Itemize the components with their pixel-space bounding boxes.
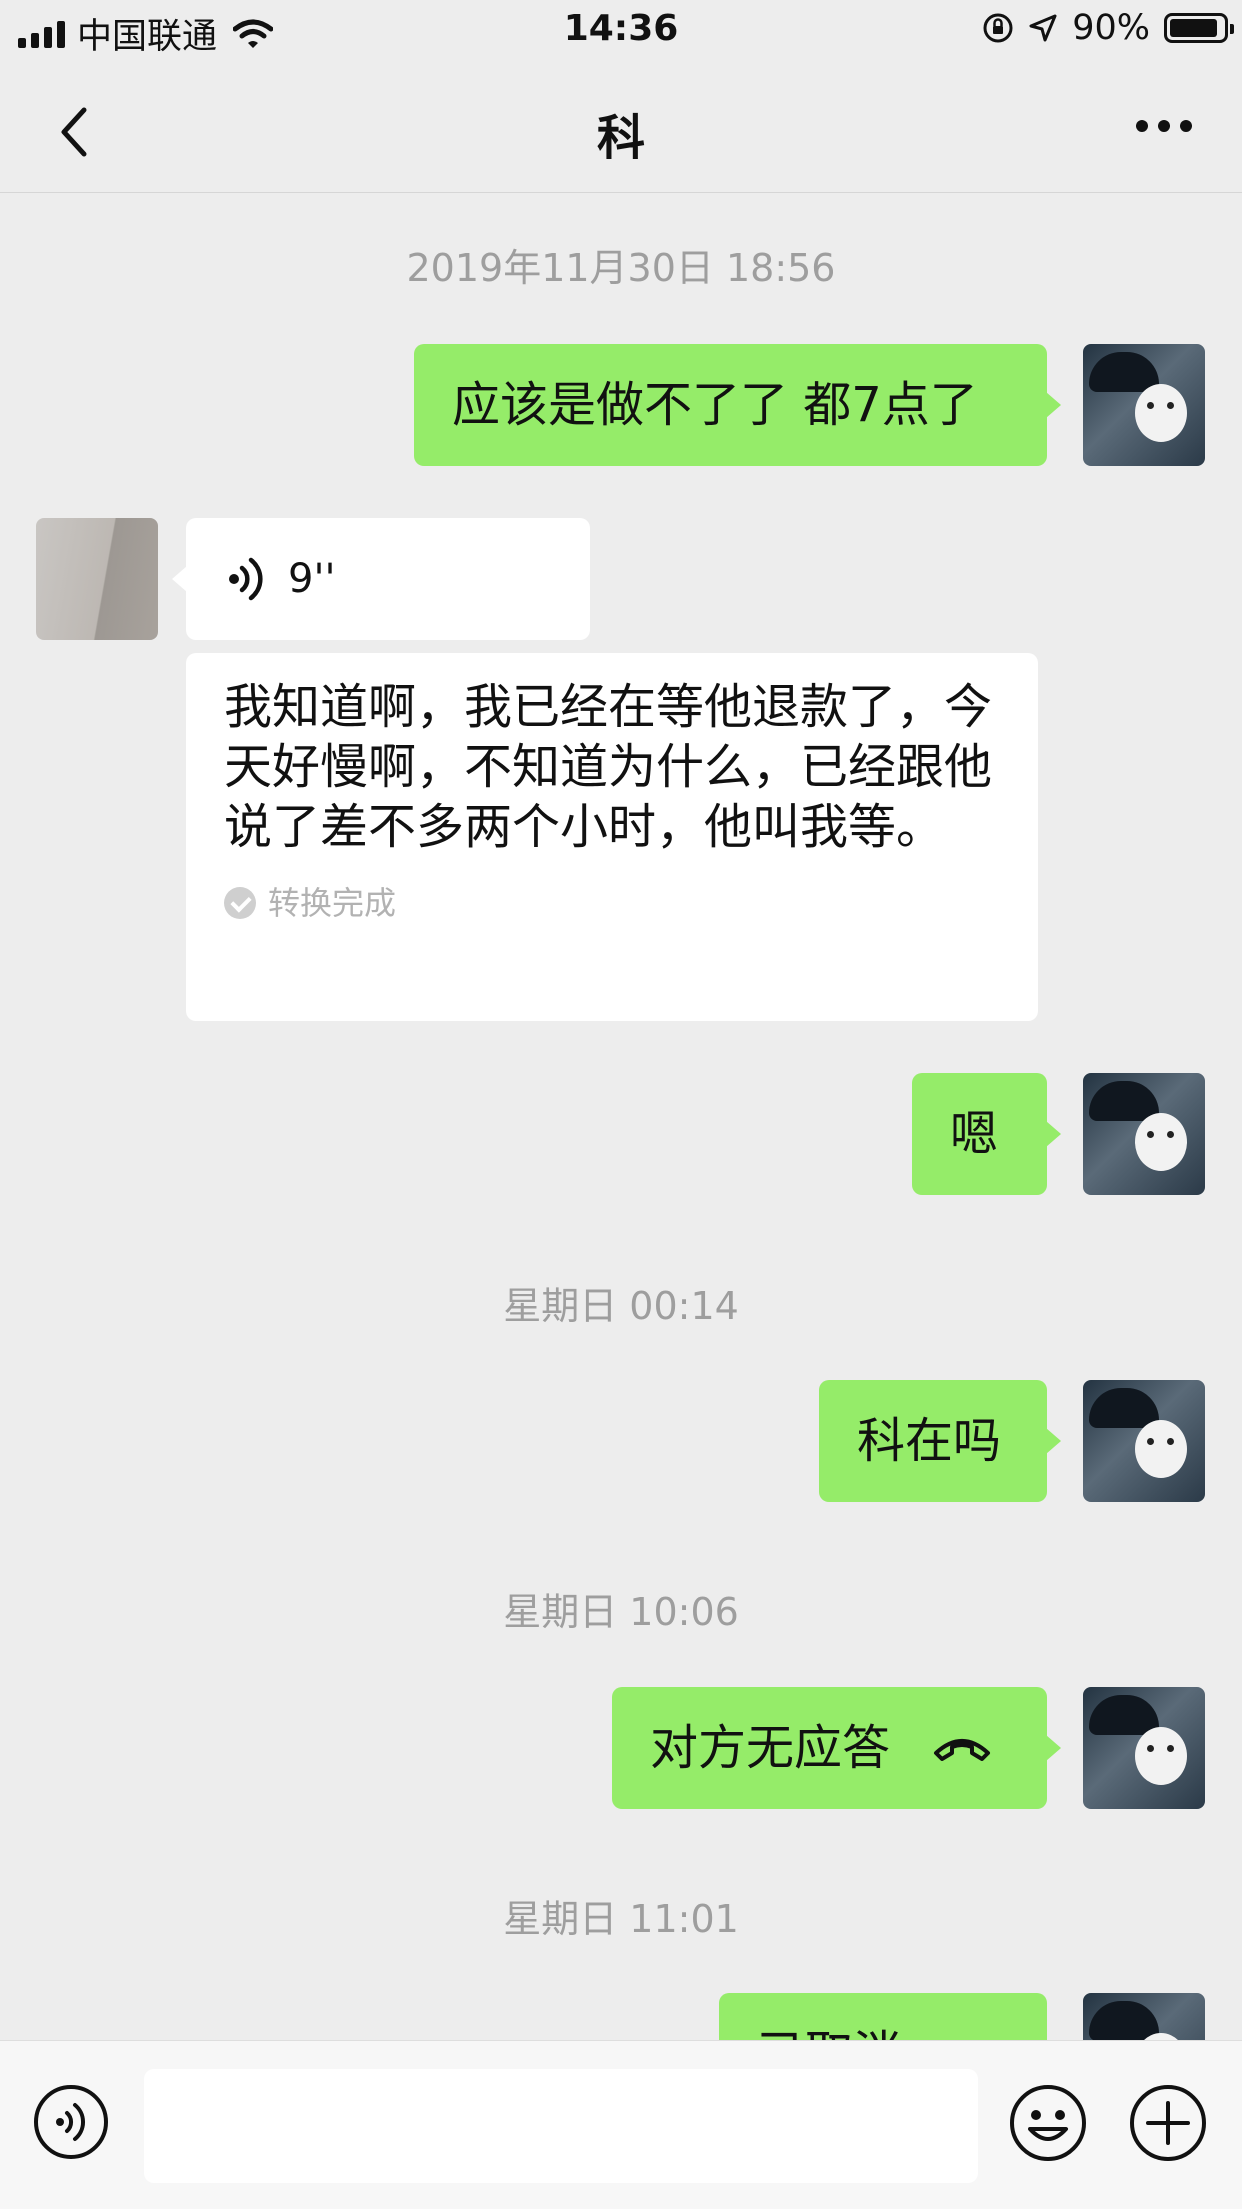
my-message-bubble[interactable]: 嗯 (912, 1073, 1061, 1195)
voice-transcript-bubble[interactable]: 我知道啊，我已经在等他退款了，今天好慢啊，不知道为什么，已经跟他说了差不多两个小… (186, 653, 1038, 1021)
emoji-icon[interactable] (1008, 2083, 1088, 2163)
voice-message-bubble[interactable]: 9'' (172, 518, 590, 640)
input-bar (0, 2040, 1242, 2209)
transcript-status-label: 转换完成 (268, 884, 397, 922)
voice-wave-icon (229, 557, 263, 601)
message-list[interactable]: 2019年11月30日 18:56 应该是做不了了 都7点了 9'' 我知道啊，… (0, 193, 1242, 2040)
call-status-text: 对方无应答 (650, 1720, 891, 1776)
my-avatar[interactable] (1083, 344, 1205, 466)
chat-header: 科 (0, 62, 1242, 193)
more-options-icon[interactable] (1136, 120, 1192, 132)
my-avatar[interactable] (1083, 1380, 1205, 1502)
my-avatar[interactable] (1083, 1073, 1205, 1195)
orientation-lock-icon (983, 13, 1013, 43)
voice-input-icon[interactable] (32, 2083, 110, 2161)
my-message-bubble[interactable]: 应该是做不了了 都7点了 (414, 344, 1061, 466)
message-text: 应该是做不了了 都7点了 (452, 377, 978, 433)
my-avatar[interactable] (1083, 1687, 1205, 1809)
my-message-bubble[interactable]: 已取消 (719, 1993, 1047, 2040)
message-text: 已取消 (757, 2024, 1009, 2040)
chat-title: 科 (596, 110, 645, 166)
battery-icon (1164, 13, 1234, 43)
my-message-bubble[interactable]: 科在吗 (819, 1380, 1061, 1502)
message-text: 科在吗 (857, 1413, 1002, 1469)
call-record-bubble[interactable]: 对方无应答 (612, 1687, 1061, 1809)
check-circle-icon (224, 887, 256, 919)
timestamp: 星期日 00:14 (503, 1284, 739, 1328)
status-right: 90% (982, 8, 1234, 48)
timestamp: 2019年11月30日 18:56 (406, 246, 836, 290)
hang-up-phone-icon (934, 1739, 991, 1761)
contact-avatar[interactable] (36, 518, 158, 640)
plus-circle-icon[interactable] (1128, 2083, 1208, 2163)
status-bar: 中国联通 14:36 90% (0, 0, 1242, 62)
message-input[interactable] (144, 2069, 978, 2183)
timestamp: 星期日 10:06 (503, 1590, 739, 1634)
transcript-status: 转换完成 (224, 883, 1000, 923)
voice-duration: 9'' (288, 556, 336, 602)
transcript-text: 我知道啊，我已经在等他退款了，今天好慢啊，不知道为什么，已经跟他说了差不多两个小… (224, 679, 993, 855)
location-arrow-icon (1029, 14, 1057, 42)
timestamp: 星期日 11:01 (503, 1897, 739, 1941)
battery-percent: 90% (1072, 8, 1150, 48)
message-text: 嗯 (950, 1106, 999, 1162)
my-avatar[interactable] (1083, 1993, 1205, 2040)
